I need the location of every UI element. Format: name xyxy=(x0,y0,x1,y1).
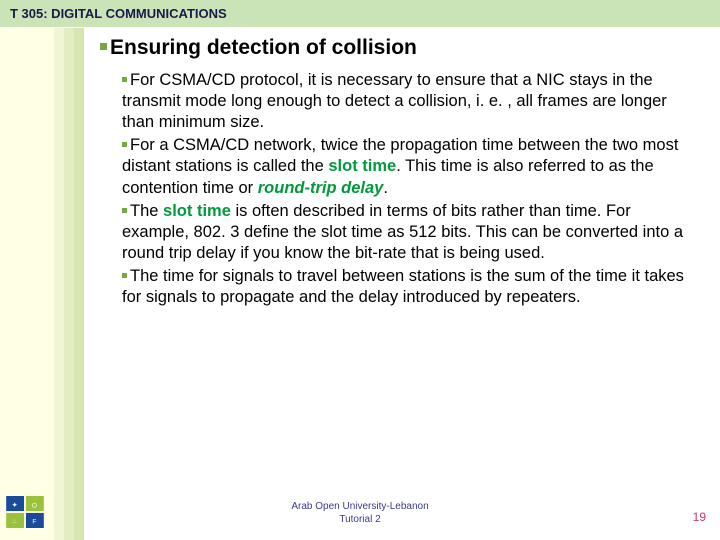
heading-text: Ensuring detection of collision xyxy=(110,36,417,59)
stripe xyxy=(64,28,74,540)
round-trip-delay-term: round-trip delay xyxy=(258,179,384,197)
course-title: T 305: DIGITAL COMMUNICATIONS xyxy=(10,6,227,21)
bullet-2: For a CSMA/CD network, twice the propaga… xyxy=(122,135,690,198)
body-text: For CSMA/CD protocol, it is necessary to… xyxy=(100,70,690,308)
footer-line1: Arab Open University-Lebanon xyxy=(291,501,428,512)
bullet-1: For CSMA/CD protocol, it is necessary to… xyxy=(122,70,690,133)
slide-content: Ensuring detection of collision For CSMA… xyxy=(100,36,690,310)
bullet-3: The slot time is often described in term… xyxy=(122,201,690,264)
title-bar: T 305: DIGITAL COMMUNICATIONS xyxy=(0,0,720,27)
sidebar-stripes xyxy=(54,28,84,540)
slot-time-term: slot time xyxy=(328,157,396,175)
bullet-icon xyxy=(100,43,107,50)
bullet-icon xyxy=(122,273,127,278)
sidebar xyxy=(0,28,84,540)
bullet-icon xyxy=(122,142,127,147)
slide-heading: Ensuring detection of collision xyxy=(100,36,690,60)
stripe xyxy=(54,28,64,540)
stripe xyxy=(74,28,84,540)
page-number: 19 xyxy=(693,510,706,524)
footer-line2: Tutorial 2 xyxy=(339,514,380,525)
b3-pre: The xyxy=(130,202,163,220)
footer: Arab Open University-Lebanon Tutorial 2 xyxy=(0,501,720,526)
bullet-icon xyxy=(122,77,127,82)
bullet-icon xyxy=(122,208,127,213)
b2-post: . xyxy=(383,179,388,197)
bullet-4: The time for signals to travel between s… xyxy=(122,266,690,308)
bullet-1-text: For CSMA/CD protocol, it is necessary to… xyxy=(122,71,667,131)
b4-text: The time for signals to travel between s… xyxy=(122,267,684,306)
slot-time-term: slot time xyxy=(163,202,231,220)
